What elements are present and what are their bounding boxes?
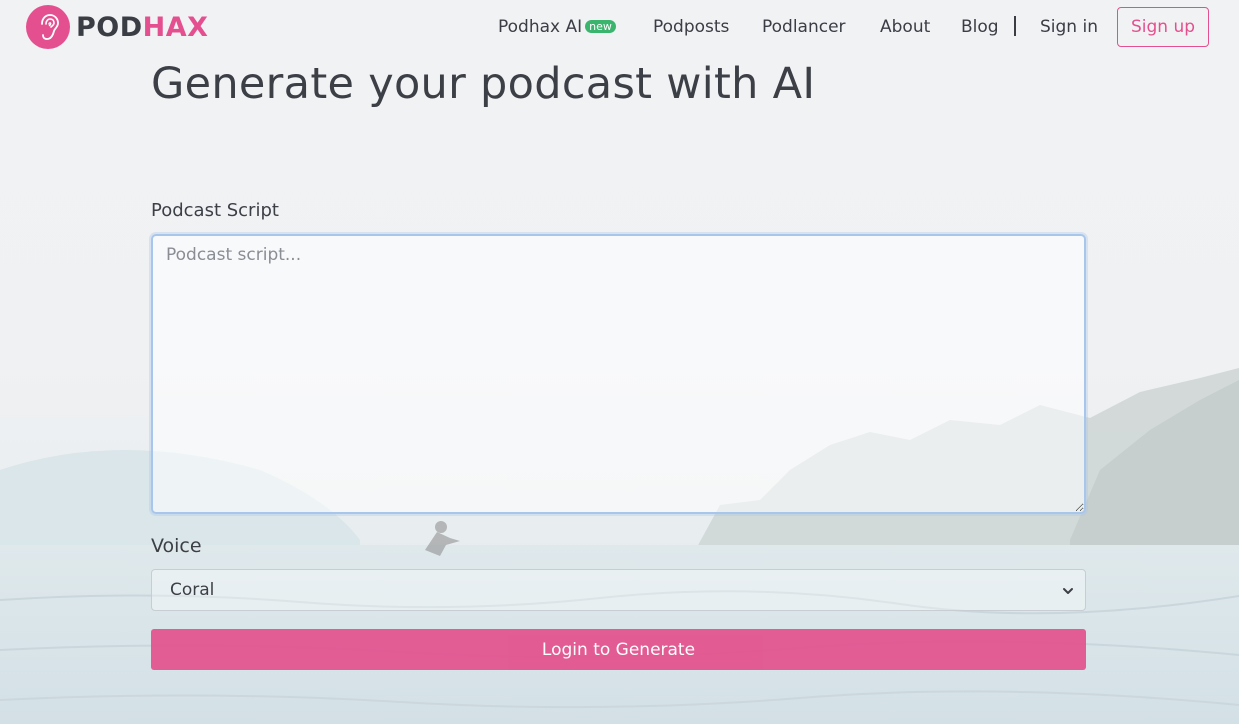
brand-name-part1: POD bbox=[76, 11, 143, 43]
podcast-script-input[interactable] bbox=[151, 234, 1086, 514]
nav-item-about[interactable]: About bbox=[880, 17, 930, 37]
nav-item-podhax-ai-label: Podhax AI bbox=[498, 17, 583, 37]
new-badge: new bbox=[585, 20, 616, 33]
voice-selected-value: Coral bbox=[170, 580, 215, 600]
podhax-logo[interactable]: PODHAX bbox=[26, 5, 208, 49]
ear-icon bbox=[26, 5, 70, 49]
brand-name-part2: HAX bbox=[142, 11, 209, 43]
nav-item-podhax-ai[interactable]: Podhax AI new bbox=[498, 17, 616, 37]
login-to-generate-button[interactable]: Login to Generate bbox=[151, 629, 1086, 670]
top-navbar: PODHAX Podhax AI new Podposts Podlancer A… bbox=[0, 0, 1239, 56]
nav-item-blog[interactable]: Blog bbox=[961, 17, 999, 37]
podcast-script-label: Podcast Script bbox=[151, 200, 279, 221]
sign-in-link[interactable]: Sign in bbox=[1040, 17, 1098, 37]
chevron-down-icon bbox=[1063, 588, 1073, 594]
voice-select[interactable]: Coral bbox=[151, 569, 1086, 611]
page-title: Generate your podcast with AI bbox=[151, 59, 816, 109]
voice-label: Voice bbox=[151, 535, 202, 557]
brand-name: PODHAX bbox=[76, 12, 208, 43]
sign-up-button[interactable]: Sign up bbox=[1117, 7, 1209, 47]
nav-divider bbox=[1014, 16, 1016, 36]
nav-item-podposts[interactable]: Podposts bbox=[653, 17, 729, 37]
nav-item-podlancer[interactable]: Podlancer bbox=[762, 17, 846, 37]
